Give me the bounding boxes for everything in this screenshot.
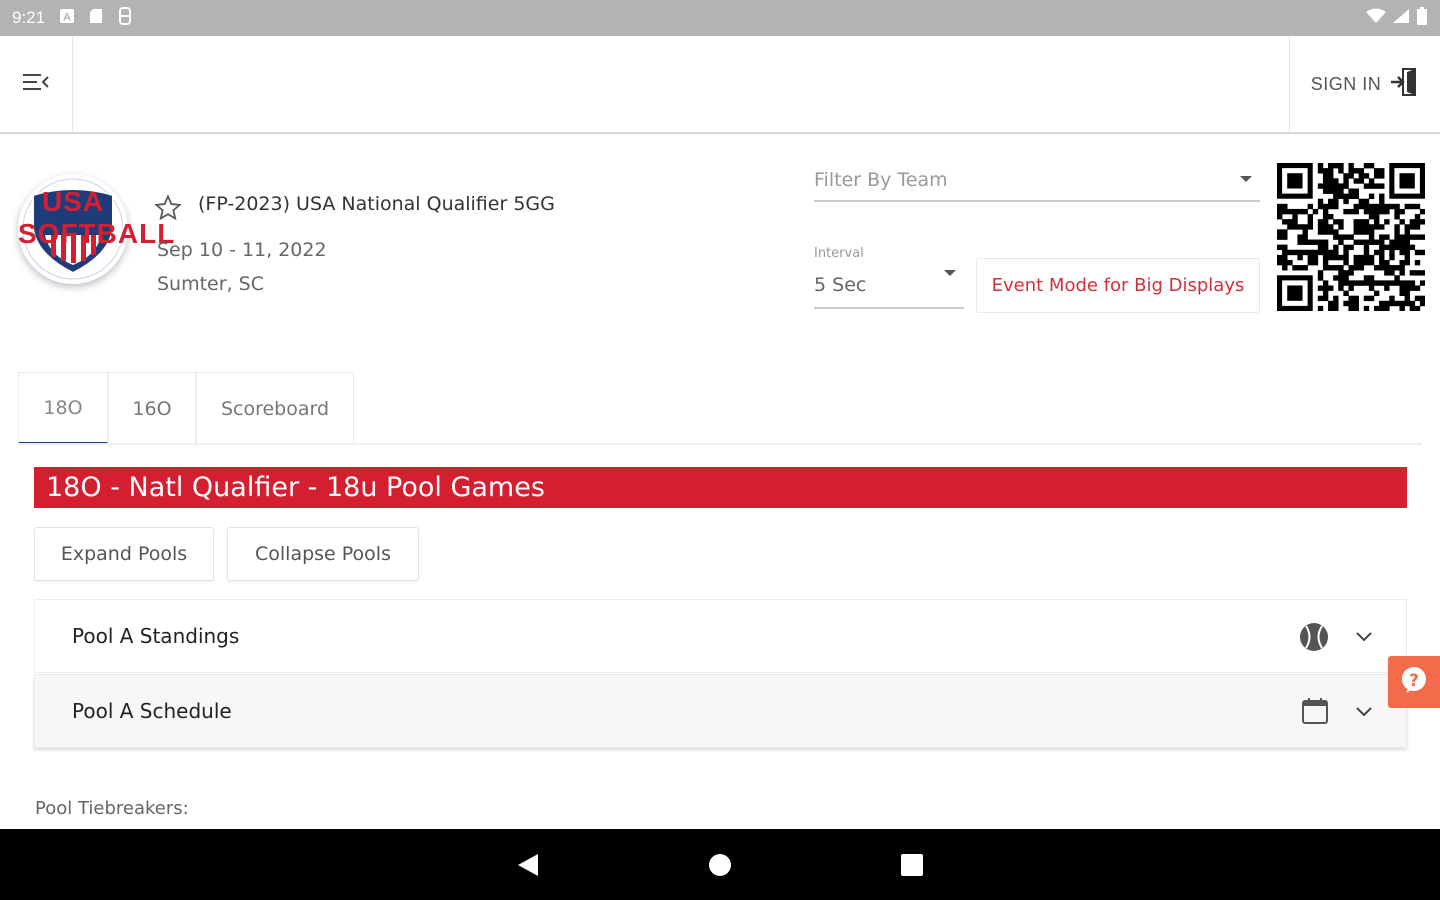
svg-text:A: A [63,12,71,24]
pool-a-standings-panel[interactable]: Pool A Standings [34,599,1407,673]
chevron-down-icon [1355,628,1373,647]
cell-signal-icon [1392,8,1410,28]
usa-softball-logo: USA SOFTBALL [18,174,176,284]
menu-button[interactable] [0,36,73,132]
system-nav-bar [0,829,1440,900]
dropdown-caret-icon [944,270,956,276]
help-question-icon: ? [1399,665,1429,699]
app-bar: SIGN IN [0,36,1440,134]
filter-placeholder: Filter By Team [814,169,948,191]
collapse-pools-button[interactable]: Collapse Pools [227,527,419,581]
notification-a-icon: A [59,8,75,28]
tabs-divider [18,443,1422,445]
calendar-icon [1300,696,1330,730]
pool-a-schedule-panel[interactable]: Pool A Schedule [34,674,1407,748]
recents-nav-icon[interactable] [900,853,924,881]
menu-collapse-icon [22,72,50,96]
qr-code [1277,163,1426,312]
panel-title: Pool A Standings [72,624,240,648]
event-location: Sumter, SC [157,273,264,295]
tab-18o[interactable]: 18O [18,372,108,445]
event-date: Sep 10 - 11, 2022 [157,239,327,261]
back-nav-icon[interactable] [516,853,540,881]
tab-16o[interactable]: 16O [108,372,196,445]
sign-in-button[interactable]: SIGN IN [1289,36,1440,132]
home-nav-icon[interactable] [708,853,732,881]
status-time: 9:21 [12,8,46,27]
panel-title: Pool A Schedule [72,699,232,723]
interval-label: Interval [814,246,864,261]
tab-scoreboard[interactable]: Scoreboard [196,372,354,445]
favorite-star-icon[interactable] [154,194,182,226]
division-banner: 18O - Natl Qualfier - 18u Pool Games [34,467,1407,508]
sign-in-label: SIGN IN [1310,73,1382,94]
data-saver-icon [117,7,133,29]
interval-select[interactable]: Interval 5 Sec [814,244,964,309]
status-bar: 9:21 A [0,0,1440,36]
division-tabs: 18O 16O Scoreboard [18,372,354,445]
sd-card-icon [89,8,103,28]
event-title: (FP-2023) USA National Qualifier 5GG [198,193,555,215]
event-mode-button[interactable]: Event Mode for Big Displays [976,258,1260,313]
expand-pools-button[interactable]: Expand Pools [34,527,214,581]
interval-value: 5 Sec [814,274,867,296]
filter-by-team-select[interactable]: Filter By Team [814,160,1260,202]
dropdown-caret-icon [1240,176,1252,182]
svg-text:?: ? [1409,671,1419,691]
pool-tiebreakers-label: Pool Tiebreakers: [35,798,189,819]
softball-icon [1298,621,1330,657]
logo-text: USA SOFTBALL [18,186,176,249]
chevron-down-icon [1355,703,1373,722]
battery-icon [1416,7,1428,29]
help-button[interactable]: ? [1388,656,1440,708]
sign-in-door-icon [1389,67,1419,102]
wifi-icon [1366,8,1386,28]
